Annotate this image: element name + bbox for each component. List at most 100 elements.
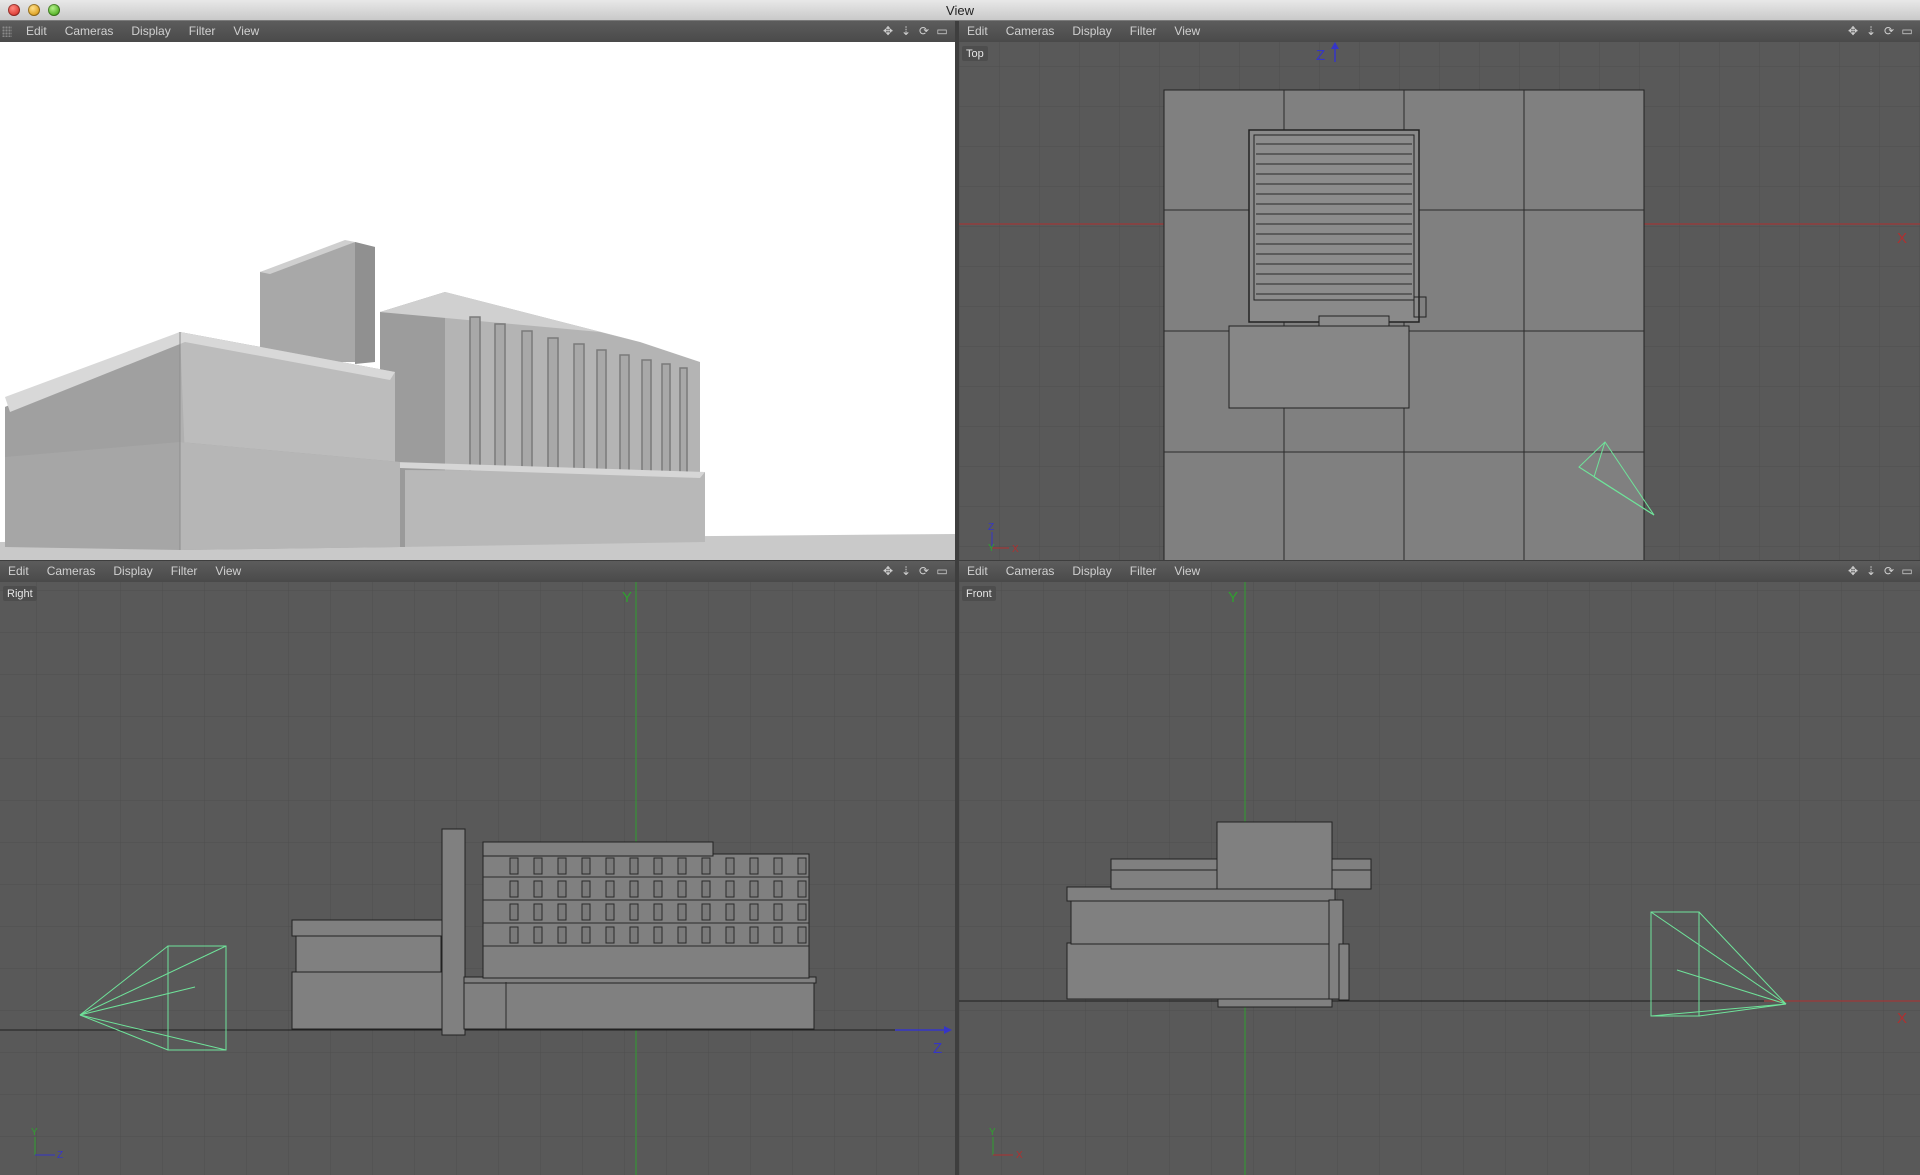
window-outline xyxy=(509,926,519,944)
window-outline xyxy=(653,926,663,944)
window-outline xyxy=(533,880,543,898)
window-outline xyxy=(581,880,591,898)
window-outline xyxy=(797,880,807,898)
menu-filter[interactable]: Filter xyxy=(1130,24,1157,38)
window-outline xyxy=(701,857,711,875)
menu-display[interactable]: Display xyxy=(1072,564,1111,578)
menu-cameras[interactable]: Cameras xyxy=(1006,564,1055,578)
menu-edit[interactable]: Edit xyxy=(26,24,47,38)
window-outline xyxy=(533,857,543,875)
rotate-view-icon[interactable]: ⟳ xyxy=(917,564,931,578)
viewport-menubar: Edit Cameras Display Filter View ✥ ⇣ ⟳ ▭ xyxy=(0,21,955,43)
front-viewport[interactable]: Edit Cameras Display Filter View ✥ ⇣ ⟳ ▭ xyxy=(959,561,1920,1175)
maximize-view-icon[interactable]: ▭ xyxy=(1900,24,1914,38)
window-outline xyxy=(725,903,735,921)
move-view-icon[interactable]: ✥ xyxy=(881,564,895,578)
window-outline xyxy=(581,903,591,921)
move-view-icon[interactable]: ✥ xyxy=(881,24,895,38)
window-outline xyxy=(557,857,567,875)
zoom-view-icon[interactable]: ⇣ xyxy=(899,564,913,578)
window-outline xyxy=(629,880,639,898)
window-outline xyxy=(605,880,615,898)
menu-display[interactable]: Display xyxy=(113,564,152,578)
viewport-name-label: Front xyxy=(962,586,996,601)
maximize-view-icon[interactable]: ▭ xyxy=(935,24,949,38)
app-window: View Edit Cameras Display Filter View ✥ … xyxy=(0,0,1920,1175)
window-outline xyxy=(533,903,543,921)
menu-filter[interactable]: Filter xyxy=(189,24,216,38)
zoom-view-icon[interactable]: ⇣ xyxy=(1864,564,1878,578)
window-outline xyxy=(605,857,615,875)
menu-edit[interactable]: Edit xyxy=(967,564,988,578)
window-outline xyxy=(677,880,687,898)
perspective-render-canvas[interactable] xyxy=(0,42,955,560)
zoom-view-icon[interactable]: ⇣ xyxy=(1864,24,1878,38)
menu-view[interactable]: View xyxy=(1174,564,1200,578)
window-outline xyxy=(605,926,615,944)
menu-filter[interactable]: Filter xyxy=(1130,564,1157,578)
top-gizmo-center: Y xyxy=(988,543,995,554)
window-outline xyxy=(773,857,783,875)
right-viewport[interactable]: Edit Cameras Display Filter View ✥ ⇣ ⟳ ▭ xyxy=(0,561,955,1175)
right-view-canvas[interactable]: Y Z Y Z Right xyxy=(0,582,955,1175)
move-view-icon[interactable]: ✥ xyxy=(1846,24,1860,38)
top-axis-vertical-label: Z xyxy=(1316,47,1325,64)
window-outline xyxy=(629,926,639,944)
window-outline xyxy=(701,903,711,921)
window-outline xyxy=(557,880,567,898)
menu-edit[interactable]: Edit xyxy=(967,24,988,38)
menu-filter[interactable]: Filter xyxy=(171,564,198,578)
top-view-canvas[interactable]: Z X Z Y X Top xyxy=(959,42,1920,560)
window-outline xyxy=(509,903,519,921)
window-outline xyxy=(677,903,687,921)
menu-display[interactable]: Display xyxy=(1072,24,1111,38)
front-gizmo-up: Y xyxy=(989,1127,996,1138)
menu-view[interactable]: View xyxy=(1174,24,1200,38)
top-viewport[interactable]: Edit Cameras Display Filter View ✥ ⇣ ⟳ ▭ xyxy=(959,21,1920,560)
perspective-viewport[interactable]: Edit Cameras Display Filter View ✥ ⇣ ⟳ ▭ xyxy=(0,21,955,560)
window-outline xyxy=(629,857,639,875)
menu-cameras[interactable]: Cameras xyxy=(1006,24,1055,38)
window-outline xyxy=(725,926,735,944)
window-outline xyxy=(773,926,783,944)
maximize-view-icon[interactable]: ▭ xyxy=(1900,564,1914,578)
window-outline xyxy=(629,903,639,921)
window-outline xyxy=(677,926,687,944)
menu-cameras[interactable]: Cameras xyxy=(65,24,114,38)
window-outline xyxy=(797,857,807,875)
window-outline xyxy=(509,880,519,898)
panel-grip-icon[interactable] xyxy=(2,26,12,37)
rotate-view-icon[interactable]: ⟳ xyxy=(917,24,931,38)
menu-view[interactable]: View xyxy=(215,564,241,578)
move-view-icon[interactable]: ✥ xyxy=(1846,564,1860,578)
window-outline xyxy=(701,880,711,898)
viewport-name-label: Right xyxy=(3,586,37,601)
rotate-view-icon[interactable]: ⟳ xyxy=(1882,564,1896,578)
window-outline xyxy=(581,857,591,875)
right-view-drawing: Y Z Y Z xyxy=(0,582,955,1175)
menu-view[interactable]: View xyxy=(233,24,259,38)
window-outline xyxy=(725,857,735,875)
maximize-view-icon[interactable]: ▭ xyxy=(935,564,949,578)
window-outline xyxy=(653,857,663,875)
viewport-menubar: Edit Cameras Display Filter View ✥ ⇣ ⟳ ▭ xyxy=(959,561,1920,583)
front-view-canvas[interactable]: Y X Y X Front xyxy=(959,582,1920,1175)
window-outline xyxy=(797,926,807,944)
viewport-name-label: Top xyxy=(962,46,988,61)
window-outline xyxy=(773,880,783,898)
zoom-view-icon[interactable]: ⇣ xyxy=(899,24,913,38)
window-outline xyxy=(749,903,759,921)
front-view-drawing: Y X Y X xyxy=(959,582,1920,1175)
rotate-view-icon[interactable]: ⟳ xyxy=(1882,24,1896,38)
front-axis-horizontal-label: X xyxy=(1897,1010,1907,1027)
menu-edit[interactable]: Edit xyxy=(8,564,29,578)
window-outline xyxy=(797,903,807,921)
window-outline xyxy=(701,926,711,944)
viewport-menubar: Edit Cameras Display Filter View ✥ ⇣ ⟳ ▭ xyxy=(0,561,955,583)
window-outline xyxy=(725,880,735,898)
title-bar: View xyxy=(0,0,1920,21)
right-gizmo-up: Y xyxy=(31,1127,38,1138)
menu-cameras[interactable]: Cameras xyxy=(47,564,96,578)
window-outline xyxy=(773,903,783,921)
menu-display[interactable]: Display xyxy=(131,24,170,38)
